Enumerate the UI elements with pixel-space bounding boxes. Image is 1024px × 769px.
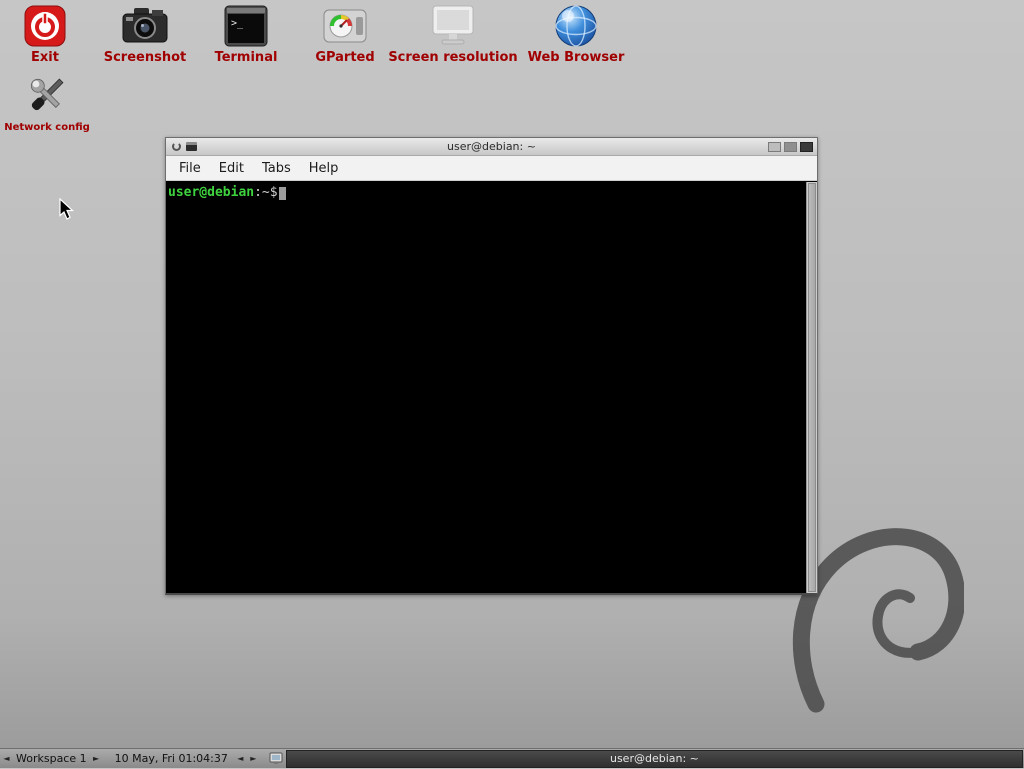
icon-label-network-config: Network config: [2, 121, 92, 135]
scrollbar-thumb[interactable]: [808, 183, 816, 592]
icon-label-gparted: GParted: [297, 51, 393, 65]
menu-tabs[interactable]: Tabs: [253, 157, 300, 180]
clock: 10 May, Fri 01:04:37: [115, 749, 228, 769]
desktop-icon-exit[interactable]: Exit: [2, 2, 88, 65]
clock-prev-button[interactable]: ◄: [234, 749, 247, 769]
icon-label-web-browser: Web Browser: [518, 51, 634, 65]
menu-file[interactable]: File: [170, 157, 210, 180]
prompt-line: user@debian:~$: [166, 182, 817, 200]
globe-icon: [518, 2, 634, 50]
desktop-icon-screen-resolution[interactable]: Screen resolution: [385, 2, 521, 65]
minimize-button[interactable]: [768, 142, 781, 152]
terminal-body[interactable]: user@debian:~$: [166, 182, 817, 593]
terminal-scrollbar[interactable]: [806, 182, 817, 593]
prompt-path: ~$: [262, 185, 278, 200]
mouse-cursor: [58, 198, 76, 222]
desktop-icon-network-config[interactable]: Network config: [2, 72, 92, 135]
tools-icon: [2, 72, 92, 120]
desktop-icon-screenshot[interactable]: Screenshot: [95, 2, 195, 65]
terminal-icon: >_: [196, 2, 296, 50]
terminal-window: user@debian: ~ File Edit Tabs Help user@…: [165, 137, 818, 595]
taskbar: ◄ Workspace 1 ► 10 May, Fri 01:04:37 ◄ ►…: [0, 748, 1024, 768]
workspace-label[interactable]: Workspace 1: [13, 749, 90, 769]
menu-help[interactable]: Help: [300, 157, 348, 180]
terminal-cursor: [279, 187, 286, 200]
icon-label-screenshot: Screenshot: [95, 51, 195, 65]
clock-arrows: ◄ ►: [234, 749, 260, 769]
clock-next-button[interactable]: ►: [247, 749, 260, 769]
gparted-drive-icon: [297, 2, 393, 50]
window-spinner-icon: [172, 142, 181, 151]
terminal-app-mini-icon: [186, 142, 197, 151]
icon-label-exit: Exit: [2, 51, 88, 65]
close-button[interactable]: [800, 142, 813, 152]
task-title: user@debian: ~: [610, 752, 699, 765]
svg-text:>_: >_: [231, 18, 244, 29]
camera-icon: [95, 2, 195, 50]
window-title: user@debian: ~: [166, 138, 817, 156]
menu-edit[interactable]: Edit: [210, 157, 253, 180]
desktop-icon-gparted[interactable]: GParted: [297, 2, 393, 65]
taskbar-task-button[interactable]: user@debian: ~: [286, 750, 1023, 768]
icon-label-screen-resolution: Screen resolution: [385, 51, 521, 65]
maximize-button[interactable]: [784, 142, 797, 152]
terminal-titlebar[interactable]: user@debian: ~: [166, 138, 817, 156]
desktop-icon-terminal[interactable]: >_ Terminal: [196, 2, 296, 65]
prompt-user: user@debian: [168, 185, 254, 200]
exit-power-icon: [2, 2, 88, 50]
desktop: Exit Screenshot >_ Terminal: [0, 0, 1024, 768]
task-monitor-icon: [269, 752, 283, 765]
prompt-separator: :: [254, 185, 262, 200]
workspace-prev-button[interactable]: ◄: [0, 749, 13, 769]
workspace-next-button[interactable]: ►: [90, 749, 103, 769]
icon-label-terminal: Terminal: [196, 51, 296, 65]
terminal-menubar: File Edit Tabs Help: [166, 156, 817, 181]
desktop-icon-web-browser[interactable]: Web Browser: [518, 2, 634, 65]
window-controls: [768, 142, 813, 152]
monitor-icon: [385, 2, 521, 50]
